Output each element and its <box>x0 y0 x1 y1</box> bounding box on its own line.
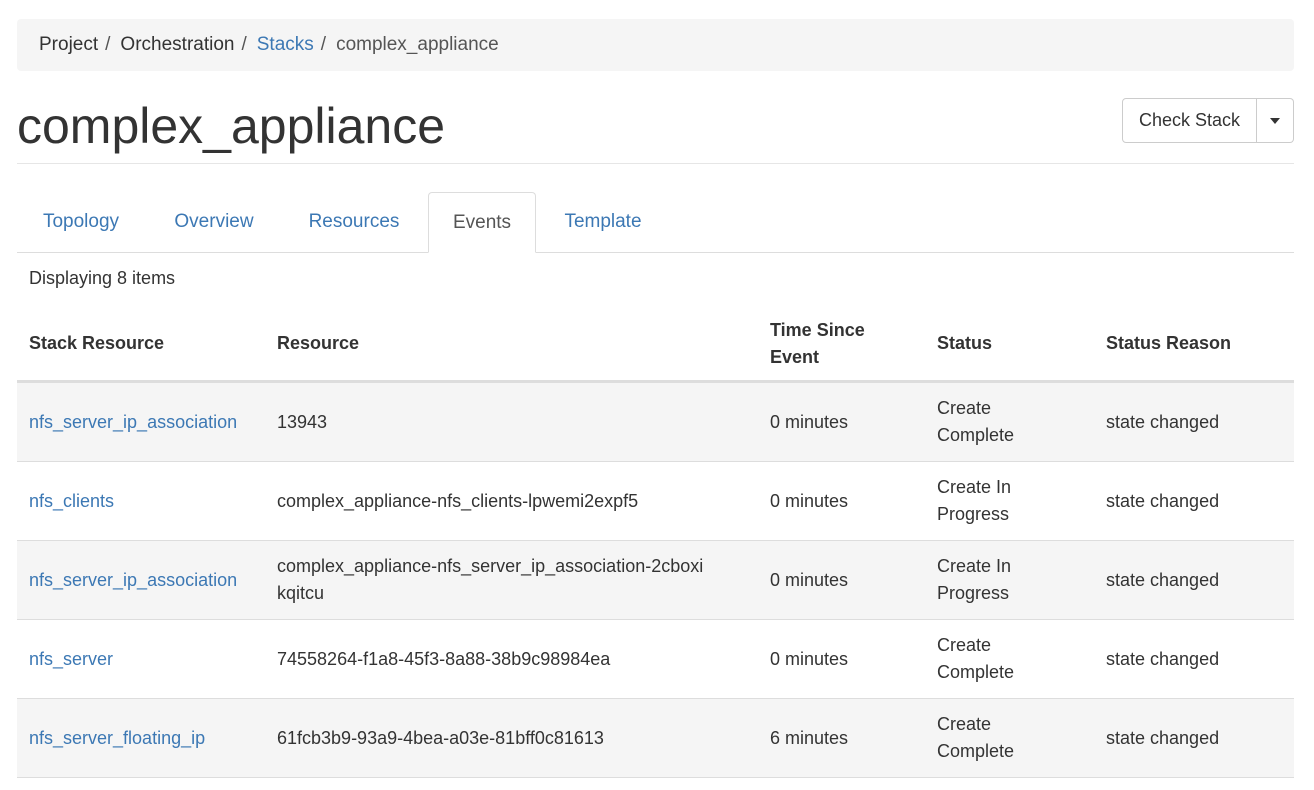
column-header-resource: Resource <box>277 333 360 353</box>
status-reason-cell: state changed <box>1106 727 1220 748</box>
resource-cell: 74558264-f1a8-45f3-8a88-38b9c98984ea <box>277 648 611 669</box>
stack-resource-link[interactable]: nfs_server_ip_association <box>29 541 269 619</box>
stack-resource-link[interactable]: nfs_server <box>29 620 269 698</box>
resource-cell: complex_appliance-nfs_clients-lpwemi2exp… <box>277 490 639 511</box>
resource-cell: 13943 <box>277 411 328 432</box>
status-cell: Create Complete <box>937 398 1015 445</box>
status-reason-cell: state changed <box>1106 411 1220 432</box>
table-row: nfs_server_floating_ip 61fcb3b9-93a9-4be… <box>17 699 1294 778</box>
stack-resource-link[interactable]: nfs_server_floating_ip <box>29 699 269 777</box>
table-row: nfs_server_ip_association complex_applia… <box>17 541 1294 620</box>
breadcrumb-project: Project <box>39 34 99 55</box>
time-cell: 0 minutes <box>770 648 849 669</box>
item-count: Displaying 8 items <box>29 268 176 288</box>
column-header-status-reason: Status Reason <box>1106 333 1232 353</box>
tab-template[interactable]: Template <box>544 192 662 253</box>
tab-events[interactable]: Events <box>428 192 536 253</box>
table-row: nfs_server_ip_association 13943 0 minute… <box>17 383 1294 462</box>
status-cell: Create Complete <box>937 635 1015 682</box>
tab-overview[interactable]: Overview <box>150 192 278 253</box>
table-header: Stack Resource Resource Time Since Event… <box>17 304 1294 383</box>
breadcrumb-orchestration: Orchestration <box>120 34 235 55</box>
stack-detail-page: Project / Orchestration / Stacks / compl… <box>0 0 1314 790</box>
breadcrumb-separator: / <box>105 34 111 55</box>
resource-cell: 61fcb3b9-93a9-4bea-a03e-81bff0c81613 <box>277 727 604 748</box>
header-divider <box>17 163 1294 164</box>
status-cell: Create In Progress <box>937 556 1012 603</box>
breadcrumb-separator: / <box>241 34 247 55</box>
status-cell: Create Complete <box>937 714 1015 761</box>
time-cell: 6 minutes <box>770 727 849 748</box>
time-cell: 0 minutes <box>770 490 849 511</box>
status-reason-cell: state changed <box>1106 648 1220 669</box>
status-reason-cell: state changed <box>1106 569 1220 590</box>
stack-actions-button-group: Check Stack <box>1122 98 1294 143</box>
time-cell: 0 minutes <box>770 569 849 590</box>
breadcrumb-stacks-link[interactable]: Stacks <box>257 34 314 56</box>
column-header-time-since-event: Time Since Event <box>770 319 865 367</box>
events-table: Stack Resource Resource Time Since Event… <box>17 304 1294 778</box>
page-title: complex_appliance <box>17 98 446 154</box>
actions-dropdown-toggle[interactable] <box>1257 98 1294 143</box>
time-cell: 0 minutes <box>770 411 849 432</box>
column-header-status: Status <box>937 333 993 353</box>
breadcrumb-current: complex_appliance <box>336 34 499 55</box>
status-reason-cell: state changed <box>1106 490 1220 511</box>
resource-cell: complex_appliance-nfs_server_ip_associat… <box>277 556 704 603</box>
breadcrumb: Project / Orchestration / Stacks / compl… <box>17 19 1294 71</box>
column-header-stack-resource: Stack Resource <box>29 333 165 353</box>
table-row: nfs_clients complex_appliance-nfs_client… <box>17 462 1294 541</box>
breadcrumb-separator: / <box>320 34 327 55</box>
table-row: nfs_server 74558264-f1a8-45f3-8a88-38b9c… <box>17 620 1294 699</box>
tab-resources[interactable]: Resources <box>285 192 423 253</box>
check-stack-button[interactable]: Check Stack <box>1122 98 1257 143</box>
stack-resource-link[interactable]: nfs_clients <box>29 462 269 540</box>
caret-down-icon <box>1270 117 1280 124</box>
stack-tabs: Topology Overview Resources Events Templ… <box>17 192 1294 253</box>
stack-resource-link[interactable]: nfs_server_ip_association <box>29 383 269 461</box>
status-cell: Create In Progress <box>937 477 1012 524</box>
tab-topology[interactable]: Topology <box>17 192 145 253</box>
